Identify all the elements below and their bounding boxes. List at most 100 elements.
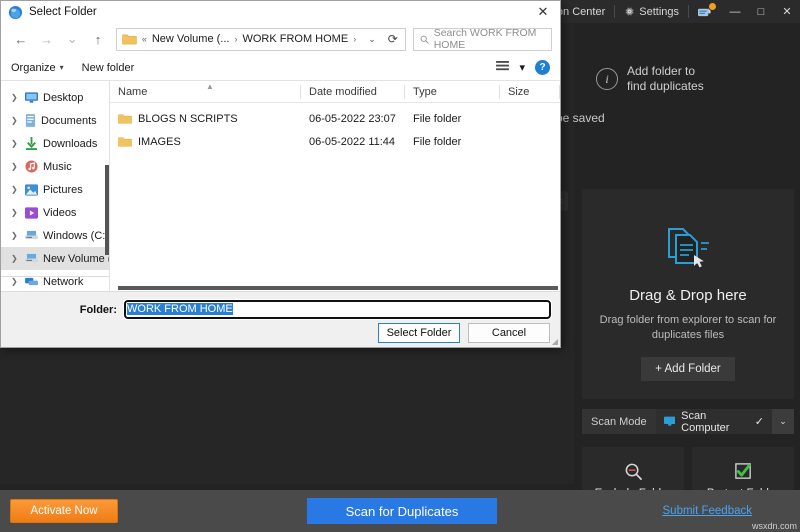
nav-item-music[interactable]: ❯ Music: [1, 155, 109, 178]
address-dropdown-icon[interactable]: ⌄: [361, 34, 383, 45]
recent-locations-button[interactable]: ⌄: [60, 27, 84, 52]
add-folder-hint: i Add folder to find duplicates: [578, 47, 800, 111]
desktop-icon: [25, 91, 38, 104]
search-box[interactable]: Search WORK FROM HOME: [412, 27, 552, 51]
folder-icon: [118, 113, 132, 124]
scan-for-duplicates-button[interactable]: Scan for Duplicates: [307, 498, 497, 524]
nav-item-label: Documents: [41, 114, 97, 127]
cell-type: File folder: [413, 112, 462, 125]
documents-icon: [668, 228, 709, 268]
dialog-title: Select Folder: [29, 6, 97, 18]
chevron-down-icon: ▾: [59, 63, 64, 72]
expand-chevron-icon[interactable]: ❯: [11, 254, 20, 263]
expand-chevron-icon[interactable]: ❯: [11, 231, 20, 240]
nav-item-label: Videos: [43, 206, 77, 219]
dialog-titlebar: Select Folder ✕: [1, 1, 560, 23]
file-list-row[interactable]: IMAGES 06-05-2022 11:44 File folder: [110, 130, 560, 153]
column-header-size[interactable]: Size: [500, 81, 560, 103]
settings-button[interactable]: Settings: [615, 0, 688, 23]
breadcrumb-folder[interactable]: WORK FROM HOME: [242, 33, 348, 45]
view-options-caret-icon[interactable]: ▾: [519, 61, 525, 74]
file-list-horizontal-scrollbar[interactable]: [118, 286, 558, 290]
breadcrumb-volume[interactable]: New Volume (...: [152, 33, 230, 45]
view-list-icon[interactable]: [496, 60, 510, 75]
nav-item-pictures[interactable]: ❯ Pictures: [1, 178, 109, 201]
music-icon: [25, 160, 38, 173]
nav-item-label: New Volume (D: [43, 252, 109, 265]
address-overflow-icon[interactable]: «: [142, 34, 147, 44]
dialog-footer: Folder: Select Folder Cancel ◢: [1, 291, 560, 347]
cancel-button[interactable]: Cancel: [468, 323, 550, 343]
activate-now-button[interactable]: Activate Now: [10, 499, 118, 523]
dialog-button-row: Select Folder Cancel: [378, 323, 550, 343]
nav-item-documents[interactable]: ❯ Documents: [1, 109, 109, 132]
scan-mode-select[interactable]: Scan Computer ✓: [655, 409, 772, 434]
add-folder-button[interactable]: + Add Folder: [641, 357, 735, 381]
chevron-down-icon[interactable]: ⌄: [772, 409, 794, 434]
maximize-button[interactable]: □: [748, 0, 774, 23]
drag-drop-zone[interactable]: Drag & Drop here Drag folder from explor…: [582, 189, 794, 399]
nav-item-label: Downloads: [43, 137, 98, 150]
column-header-type[interactable]: Type: [405, 81, 500, 103]
expand-chevron-icon[interactable]: ❯: [11, 277, 20, 286]
nav-item-windows-c[interactable]: ❯ Windows (C:): [1, 224, 109, 247]
help-icon[interactable]: ?: [535, 60, 550, 75]
drive-icon: [25, 230, 38, 241]
refresh-icon[interactable]: ⟳: [388, 32, 401, 46]
videos-icon: [25, 206, 38, 219]
expand-chevron-icon[interactable]: ❯: [11, 185, 20, 194]
cell-name: BLOGS N SCRIPTS: [110, 113, 301, 125]
nav-item-label: Pictures: [43, 183, 83, 196]
column-headers: Name Date modified Type Size ▲: [110, 81, 560, 103]
nav-item-network[interactable]: ❯ Network: [1, 270, 109, 291]
up-button[interactable]: ↑: [86, 27, 110, 52]
organize-label: Organize: [11, 61, 56, 74]
minimize-button[interactable]: —: [722, 0, 748, 23]
app-close-button[interactable]: ✕: [774, 0, 800, 23]
file-name-label: BLOGS N SCRIPTS: [138, 112, 238, 125]
expand-chevron-icon[interactable]: ❯: [11, 139, 20, 148]
folder-icon: [122, 34, 137, 44]
new-folder-button[interactable]: New folder: [82, 62, 135, 74]
folder-name-input[interactable]: [124, 300, 551, 319]
folder-input-row: Folder:: [1, 300, 560, 319]
forward-button[interactable]: →: [35, 27, 59, 52]
dialog-command-bar: Organize ▾ New folder ▾ ?: [1, 55, 560, 81]
protect-check-icon: [734, 463, 751, 479]
nav-item-desktop[interactable]: ❯ Desktop: [1, 86, 109, 109]
breadcrumb-separator-2: ›: [353, 34, 357, 44]
navigation-pane: ❯ Desktop ❯ Documents ❯ Downloads ❯ Music ❯ Pictu…: [1, 81, 109, 291]
exclude-search-icon: [625, 463, 642, 480]
address-bar[interactable]: « New Volume (... › WORK FROM HOME › ⌄ ⟳: [115, 27, 406, 51]
nav-item-downloads[interactable]: ❯ Downloads: [1, 132, 109, 155]
search-icon: [420, 35, 429, 44]
resize-grip[interactable]: ◢: [552, 337, 558, 346]
expand-chevron-icon[interactable]: ❯: [11, 93, 20, 102]
nav-item-videos[interactable]: ❯ Videos: [1, 201, 109, 224]
info-icon: i: [596, 68, 618, 90]
notifications-button[interactable]: [689, 0, 722, 23]
organize-menu[interactable]: Organize ▾: [11, 62, 64, 74]
submit-feedback-link[interactable]: Submit Feedback: [663, 505, 753, 517]
scan-mode-value: Scan Computer: [681, 409, 730, 434]
expand-chevron-icon[interactable]: ❯: [11, 116, 20, 125]
back-button[interactable]: ←: [9, 27, 33, 52]
explorer-icon: [8, 5, 23, 19]
network-icon: [25, 276, 38, 287]
column-header-date[interactable]: Date modified: [301, 81, 405, 103]
file-list-row[interactable]: BLOGS N SCRIPTS 06-05-2022 23:07 File fold…: [110, 107, 560, 130]
expand-chevron-icon[interactable]: ❯: [11, 208, 20, 217]
select-folder-button[interactable]: Select Folder: [378, 323, 460, 343]
settings-label: Settings: [639, 5, 679, 18]
hint-line-1: Add folder to: [627, 64, 696, 78]
nav-item-label: Network: [43, 275, 84, 288]
nav-item-label: Desktop: [43, 91, 84, 104]
dialog-close-button[interactable]: ✕: [526, 1, 560, 23]
cell-date: 06-05-2022 23:07: [309, 112, 396, 125]
hint-line-2: find duplicates: [627, 79, 704, 93]
scan-mode-row: Scan Mode Scan Computer ✓ ⌄: [582, 409, 794, 434]
expand-chevron-icon[interactable]: ❯: [11, 162, 20, 171]
nav-item-new-volume-d[interactable]: ❯ New Volume (D: [1, 247, 109, 270]
notification-badge: [708, 2, 717, 11]
downloads-icon: [25, 137, 38, 150]
